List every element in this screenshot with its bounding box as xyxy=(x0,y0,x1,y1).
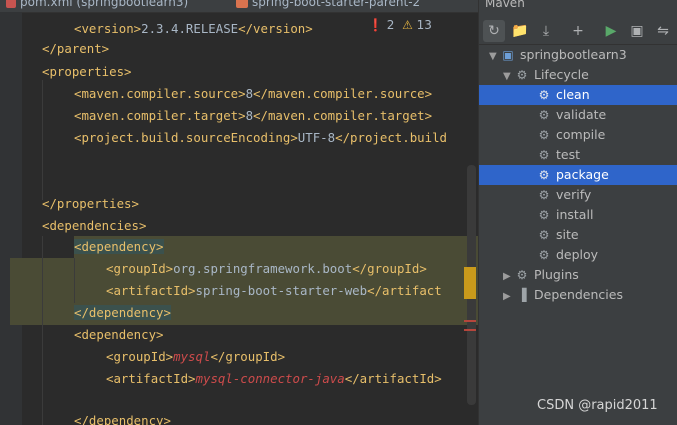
code-line: </properties> xyxy=(42,196,139,211)
code-line: <artifactId>mysql-connector-java</artifa… xyxy=(106,371,442,386)
gear-icon: ⚙ xyxy=(538,128,550,142)
code-line: </dependency> xyxy=(74,413,171,425)
code-line: <dependencies> xyxy=(42,218,147,233)
gear-icon: ⚙ xyxy=(538,168,550,182)
code-line: <maven.compiler.target>8</maven.compiler… xyxy=(74,108,433,123)
lifecycle-goal-install[interactable]: ⚙ install xyxy=(537,205,594,225)
lifecycle-goal-compile[interactable]: ⚙ compile xyxy=(537,125,606,145)
plus-icon[interactable]: + xyxy=(567,20,589,42)
maven-title: Maven xyxy=(485,0,525,10)
maven-project-node[interactable]: ▼ ▣ springbootlearn3 xyxy=(489,45,627,65)
code-line: <dependency> xyxy=(74,327,164,342)
lifecycle-goal-verify[interactable]: ⚙ verify xyxy=(537,185,592,205)
code-editor[interactable]: pom.xml (springbootlearn3) spring-boot-s… xyxy=(0,0,478,425)
code-line: </parent> xyxy=(42,41,110,56)
chevron-right-icon: ▶ xyxy=(503,291,511,302)
lifecycle-goal-clean[interactable]: ⚙ clean xyxy=(537,85,590,105)
plugins-node[interactable]: ▶ ⚙ Plugins xyxy=(503,265,579,285)
folder-settings-icon: ⚙ xyxy=(516,268,528,282)
gear-icon: ⚙ xyxy=(538,148,550,162)
gear-icon: ⚙ xyxy=(538,248,550,262)
maven-tool-window: Maven ↻ 📁 ⤓ + ▶ ▣ ⇋ ▼ ▣ springbootlearn3 ▼… xyxy=(478,0,677,425)
run-icon[interactable]: ▶ xyxy=(600,20,622,42)
scroll-marker-error[interactable] xyxy=(464,320,476,322)
indent-guide xyxy=(42,236,43,425)
code-line: <dependency> xyxy=(74,239,164,254)
error-icon: ❗ xyxy=(368,18,383,32)
dependencies-node[interactable]: ▶ ▐ Dependencies xyxy=(503,285,623,305)
maven-file-icon xyxy=(6,0,16,8)
lifecycle-goal-test[interactable]: ⚙ test xyxy=(537,145,580,165)
line-gutter xyxy=(0,12,22,425)
download-icon[interactable]: ⤓ xyxy=(535,20,557,42)
editor-tab-bar: pom.xml (springbootlearn3) spring-boot-s… xyxy=(0,0,478,13)
code-line: <maven.compiler.source>8</maven.compiler… xyxy=(74,86,433,101)
error-count: 2 xyxy=(386,18,395,32)
lifecycle-goal-package[interactable]: ⚙ package xyxy=(537,165,609,185)
code-line: </dependency> xyxy=(74,305,171,320)
maven-project-icon: ▣ xyxy=(502,48,514,62)
chevron-right-icon: ▶ xyxy=(503,271,511,282)
chevron-down-icon: ▼ xyxy=(489,51,497,62)
toggle-offline-icon[interactable]: ⇋ xyxy=(652,20,674,42)
refresh-icon[interactable]: ↻ xyxy=(483,20,505,42)
add-folder-icon[interactable]: 📁 xyxy=(509,20,531,42)
gear-icon: ⚙ xyxy=(538,188,550,202)
lifecycle-goal-validate[interactable]: ⚙ validate xyxy=(537,105,607,125)
gear-icon: ⚙ xyxy=(538,228,550,242)
watermark: CSDN @rapid2011 xyxy=(537,398,658,413)
console-icon[interactable]: ▣ xyxy=(626,20,648,42)
maven-file-icon xyxy=(236,0,248,8)
lifecycle-node[interactable]: ▼ ⚙ Lifecycle xyxy=(503,65,589,85)
code-line: <properties> xyxy=(42,64,132,79)
code-line: <groupId>mysql</groupId> xyxy=(106,349,286,364)
maven-toolbar: ↻ 📁 ⤓ + ▶ ▣ ⇋ xyxy=(479,16,677,45)
gear-icon: ⚙ xyxy=(538,108,550,122)
code-line: <project.build.sourceEncoding>UTF-8</pro… xyxy=(74,130,448,145)
folder-settings-icon: ⚙ xyxy=(516,68,528,82)
code-line: <artifactId>spring-boot-starter-web</art… xyxy=(106,283,442,298)
code-line: <version>2.3.4.RELEASE</version> xyxy=(74,21,313,36)
scroll-marker-error[interactable] xyxy=(464,329,476,331)
scroll-marker-highlight[interactable] xyxy=(464,267,476,299)
lifecycle-goal-site[interactable]: ⚙ site xyxy=(537,225,579,245)
code-line: <groupId>org.springframework.boot</group… xyxy=(106,261,427,276)
warning-count: 13 xyxy=(416,18,432,32)
warning-icon: ⚠ xyxy=(402,18,413,32)
indent-guide xyxy=(42,80,43,200)
chevron-down-icon: ▼ xyxy=(503,71,511,82)
lifecycle-goal-deploy[interactable]: ⚙ deploy xyxy=(537,245,598,265)
inspection-widget[interactable]: ❗ 2 ⚠ 13 xyxy=(368,18,432,32)
tab-starter-parent[interactable]: spring-boot-starter-parent-2 xyxy=(236,0,420,12)
library-icon: ▐ xyxy=(517,288,527,302)
gear-icon: ⚙ xyxy=(538,208,550,222)
gear-icon: ⚙ xyxy=(538,88,550,102)
tab-pom-xml[interactable]: pom.xml (springbootlearn3) xyxy=(6,0,188,12)
indent-guide xyxy=(74,258,75,303)
